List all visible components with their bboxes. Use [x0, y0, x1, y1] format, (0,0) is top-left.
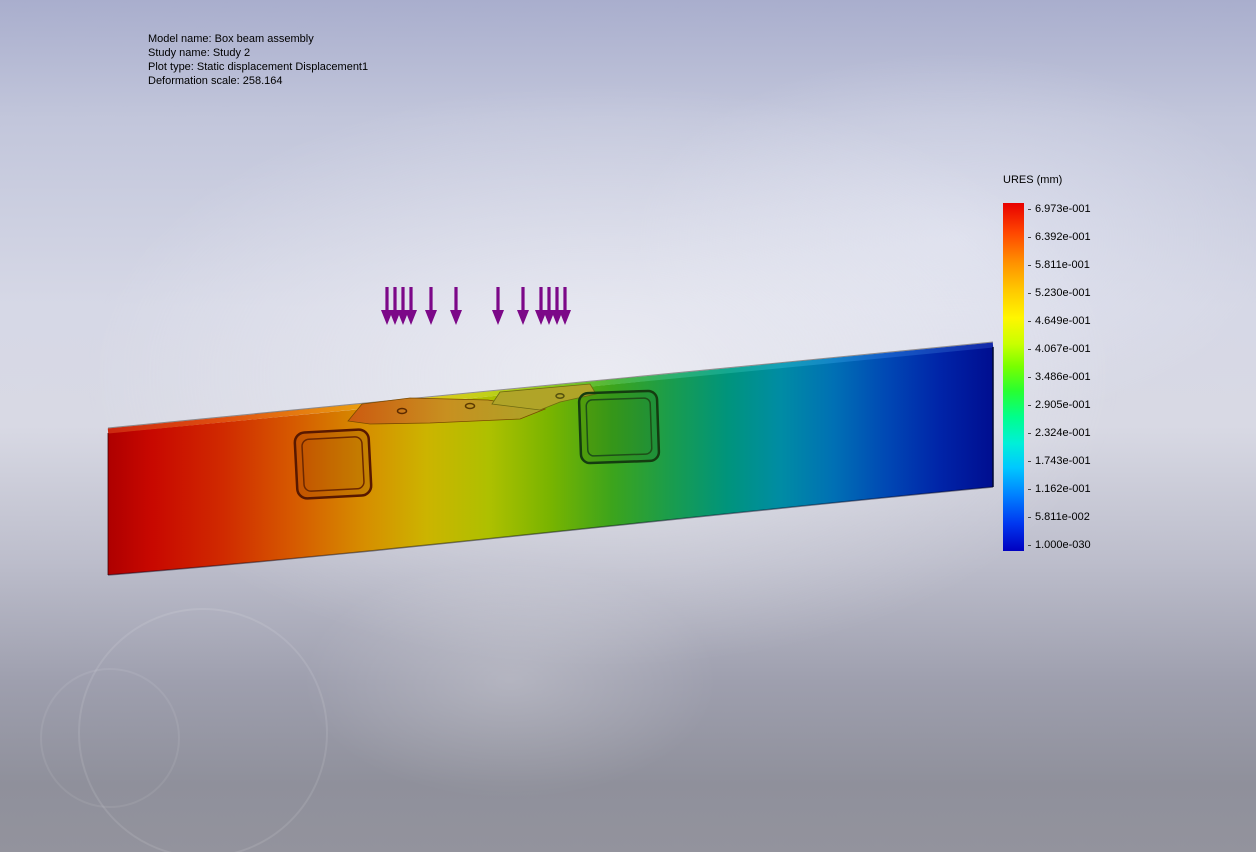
annotation-deformation-scale: Deformation scale: 258.164 [148, 74, 368, 88]
legend-tick-mark [1028, 377, 1031, 378]
load-arrow-icon[interactable] [559, 287, 571, 325]
legend-tick: 3.486e-001 [1028, 371, 1091, 383]
load-arrow-icon[interactable] [450, 287, 462, 325]
legend-tick: 5.811e-002 [1028, 511, 1091, 523]
annotation-plot-type: Plot type: Static displacement Displacem… [148, 60, 368, 74]
legend-tick-label: 2.905e-001 [1035, 399, 1091, 411]
legend-tick-mark [1028, 405, 1031, 406]
load-arrow-icon[interactable] [397, 287, 409, 325]
legend-tick-mark [1028, 349, 1031, 350]
load-arrow-icon[interactable] [389, 287, 401, 325]
legend-tick-label: 6.392e-001 [1035, 231, 1091, 243]
legend-tick-mark [1028, 209, 1031, 210]
legend-tick-label: 5.811e-002 [1035, 511, 1090, 523]
legend-tick-label: 1.162e-001 [1035, 483, 1091, 495]
color-legend: URES (mm) 6.973e-001 6.392e-001 5.811e-0… [1003, 174, 1091, 551]
legend-tick-mark [1028, 265, 1031, 266]
legend-tick: 4.067e-001 [1028, 343, 1091, 355]
legend-tick-mark [1028, 433, 1031, 434]
legend-tick: 1.000e-030 [1028, 539, 1091, 551]
load-arrow-icon[interactable] [543, 287, 555, 325]
load-arrow-icon[interactable] [425, 287, 437, 325]
legend-tick-mark [1028, 237, 1031, 238]
legend-tick: 2.905e-001 [1028, 399, 1091, 411]
legend-tick-mark [1028, 545, 1031, 546]
beam-front-face[interactable] [108, 347, 993, 575]
legend-tick: 5.230e-001 [1028, 287, 1091, 299]
legend-tick-label: 6.973e-001 [1035, 203, 1091, 215]
load-arrow-icon[interactable] [517, 287, 529, 325]
square-cutout-right[interactable] [579, 391, 659, 464]
legend-tick: 4.649e-001 [1028, 315, 1091, 327]
legend-tick-label: 1.743e-001 [1035, 455, 1091, 467]
load-arrow-icon[interactable] [381, 287, 393, 325]
annotation-study-name: Study name: Study 2 [148, 46, 368, 60]
legend-title: URES (mm) [1003, 174, 1091, 186]
legend-tick: 1.743e-001 [1028, 455, 1091, 467]
load-arrow-icon[interactable] [405, 287, 417, 325]
legend-tick: 2.324e-001 [1028, 427, 1091, 439]
annotation-model-name: Model name: Box beam assembly [148, 32, 368, 46]
legend-tick-mark [1028, 293, 1031, 294]
legend-tick-label: 4.067e-001 [1035, 343, 1091, 355]
load-arrow-icon[interactable] [535, 287, 547, 325]
load-arrow-icon[interactable] [492, 287, 504, 325]
legend-tick: 5.811e-001 [1028, 259, 1091, 271]
load-arrow-icon[interactable] [551, 287, 563, 325]
legend-tick-label: 2.324e-001 [1035, 427, 1091, 439]
legend-tick-label: 5.811e-001 [1035, 259, 1090, 271]
square-cutout-left[interactable] [294, 429, 371, 499]
legend-tick-label: 3.486e-001 [1035, 371, 1091, 383]
legend-tick-mark [1028, 321, 1031, 322]
legend-tick-mark [1028, 489, 1031, 490]
legend-tick: 1.162e-001 [1028, 483, 1091, 495]
plot-annotations: Model name: Box beam assembly Study name… [148, 32, 368, 88]
legend-tick-label: 1.000e-030 [1035, 539, 1091, 551]
legend-tick-list: 6.973e-001 6.392e-001 5.811e-001 5.230e-… [1028, 203, 1091, 551]
legend-tick-mark [1028, 517, 1031, 518]
load-arrows[interactable] [381, 287, 571, 325]
legend-tick: 6.392e-001 [1028, 231, 1091, 243]
legend-tick-label: 5.230e-001 [1035, 287, 1091, 299]
legend-tick: 6.973e-001 [1028, 203, 1091, 215]
legend-tick-mark [1028, 461, 1031, 462]
legend-tick-label: 4.649e-001 [1035, 315, 1091, 327]
graphics-viewport[interactable]: Model name: Box beam assembly Study name… [0, 0, 1256, 852]
legend-color-bar [1003, 203, 1024, 551]
